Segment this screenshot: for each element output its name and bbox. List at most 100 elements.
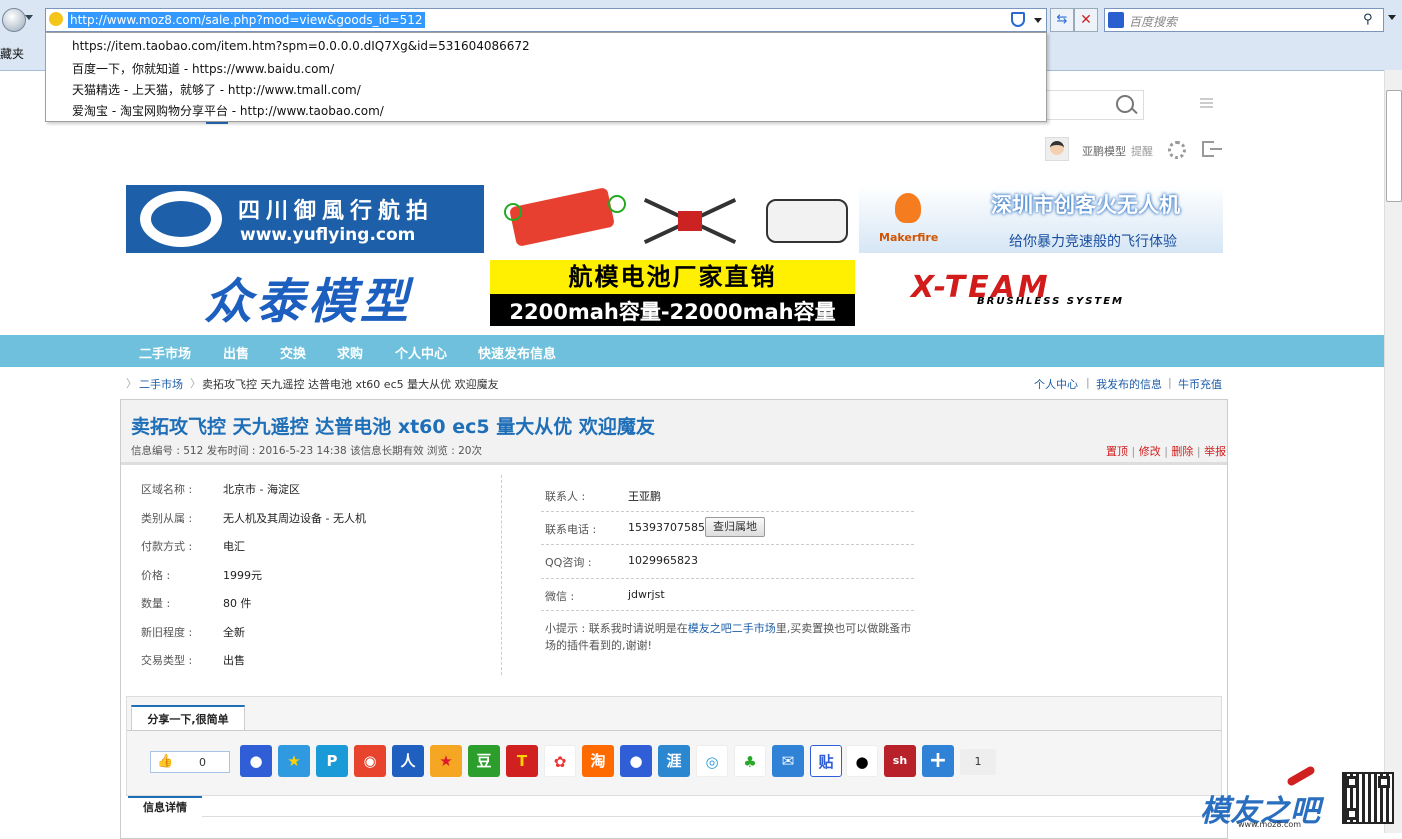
tip-text: 场的插件看到的,谢谢! <box>545 639 652 652</box>
mail-icon[interactable]: ✉ <box>772 745 804 777</box>
field-value: 出售 <box>223 654 245 667</box>
address-url[interactable]: http://www.moz8.com/sale.php?mod=view&go… <box>68 12 425 28</box>
nav-item-sell[interactable]: 出售 <box>223 343 249 362</box>
yuflying-logo-icon <box>140 191 222 247</box>
link-personal-center[interactable]: 个人中心 <box>1034 376 1078 392</box>
renren-icon[interactable]: 人 <box>392 745 424 777</box>
contact-phone: 15393707585 <box>628 521 705 534</box>
breadcrumb-root[interactable]: 二手市场 <box>139 376 183 392</box>
suggestion-item[interactable]: 天猫精选 - 上天猫，就够了 - http://www.tmall.com/ <box>72 81 361 98</box>
suggestion-item[interactable]: https://item.taobao.com/item.htm?spm=0.0… <box>72 39 530 53</box>
tip-link[interactable]: 模友之吧二手市场 <box>688 622 776 635</box>
battery-title: 航模电池厂家直销 <box>490 260 855 294</box>
tieba-icon[interactable]: 贴 <box>810 745 842 777</box>
list-menu-icon[interactable] <box>1200 98 1213 108</box>
yuflying-banner[interactable]: 四川御風行航拍 www.yuflying.com <box>126 185 484 253</box>
nav-item-buy[interactable]: 求购 <box>337 343 363 362</box>
search-dropdown-icon[interactable] <box>1388 15 1396 20</box>
field-value: 1999元 <box>223 569 262 582</box>
gear-icon[interactable] <box>1168 141 1186 159</box>
tip-text: 小提示 : 联系我时请说明是在 <box>545 622 688 635</box>
tab-share[interactable]: 分享一下,很简单 <box>131 705 245 731</box>
link-my-posts[interactable]: 我发布的信息 <box>1096 376 1162 392</box>
thumbs-up-icon: 👍 <box>157 754 174 769</box>
drone-banner[interactable] <box>490 185 855 253</box>
nav-item-exchange[interactable]: 交换 <box>280 343 306 362</box>
report-link[interactable]: 举报 <box>1204 445 1226 458</box>
makerfire-title: 深圳市创客火无人机 <box>991 193 1180 217</box>
weibo-icon[interactable]: ◉ <box>354 745 386 777</box>
diandian-icon[interactable]: ✿ <box>544 745 576 777</box>
battery-sub: 2200mah容量-22000mah容量 <box>509 300 836 324</box>
watermark-plane-icon <box>1286 765 1316 787</box>
battery-banner[interactable]: 航模电池厂家直销 2200mah容量-22000mah容量 <box>490 260 855 326</box>
yuflying-title: 四川御風行航拍 <box>238 198 435 224</box>
contact-qq: 1029965823 <box>628 554 698 567</box>
qr-code <box>1342 772 1394 824</box>
listing-meta: 信息编号 : 512 发布时间 : 2016-5-23 14:38 该信息长期有… <box>131 445 482 457</box>
field-label: 新旧程度 : <box>141 626 193 639</box>
pin-link[interactable]: 置顶 <box>1106 445 1128 458</box>
qq-icon[interactable]: ● <box>846 745 878 777</box>
pinyou-icon[interactable]: P <box>316 745 348 777</box>
suggestion-item[interactable]: 百度一下，你就知道 - https://www.baidu.com/ <box>72 60 334 77</box>
zhongtai-title: 众泰模型 <box>204 274 413 326</box>
more-icon[interactable]: + <box>922 745 954 777</box>
kaixin-icon[interactable]: ★ <box>430 745 462 777</box>
search-input[interactable]: 百度搜索 <box>1129 13 1177 30</box>
huaban-icon[interactable]: 涯 <box>658 745 690 777</box>
search-icon[interactable] <box>1116 95 1134 113</box>
search-icon[interactable]: ⚲ <box>1363 12 1373 27</box>
clover-icon[interactable]: ♣ <box>734 745 766 777</box>
search-box[interactable]: 百度搜索 ⚲ <box>1104 8 1384 32</box>
zhongtai-banner[interactable]: 众泰模型 <box>126 260 484 326</box>
share-count: 1 <box>960 749 996 775</box>
baidu-paw-icon[interactable]: ● <box>240 745 272 777</box>
username-link[interactable]: 亚鹏模型 <box>1082 143 1126 159</box>
address-dropdown-icon[interactable] <box>1034 18 1042 23</box>
field-label: 价格 : <box>141 569 171 582</box>
breadcrumb-separator-icon: 〉 <box>190 377 201 390</box>
site-search-input[interactable] <box>1040 90 1144 120</box>
listing-title: 卖拓攻飞控 天九遥控 达普电池 xt60 ec5 量大从优 欢迎魔友 <box>131 416 655 438</box>
address-suggestions: https://item.taobao.com/item.htm?spm=0.0… <box>45 32 1047 122</box>
edit-link[interactable]: 修改 <box>1139 445 1161 458</box>
taotao-icon[interactable]: 淘 <box>582 745 614 777</box>
douban-icon[interactable]: 豆 <box>468 745 500 777</box>
sohu-icon[interactable]: sh <box>884 745 916 777</box>
like-count: 0 <box>199 756 206 769</box>
field-value: 无人机及其周边设备 - 无人机 <box>223 512 366 525</box>
back-button[interactable] <box>2 8 26 32</box>
avatar[interactable] <box>1045 137 1069 161</box>
history-dropdown-icon[interactable] <box>25 15 33 20</box>
stop-button[interactable]: ✕ <box>1074 8 1098 32</box>
remind-link[interactable]: 提醒 <box>1131 143 1153 159</box>
suggestion-item[interactable]: 爱淘宝 - 淘宝网购物分享平台 - http://www.taobao.com/ <box>72 102 384 119</box>
security-shield-icon[interactable] <box>1011 12 1025 27</box>
link-recharge[interactable]: 牛币充值 <box>1178 376 1222 392</box>
nav-item-market[interactable]: 二手市场 <box>139 343 191 362</box>
refresh-button[interactable]: ⇆ <box>1050 8 1074 32</box>
breadcrumb-separator-icon: 〉 <box>126 377 137 390</box>
contact-label: 联系人 : <box>545 490 586 503</box>
nav-item-personal[interactable]: 个人中心 <box>395 343 447 362</box>
like-button[interactable]: 👍 0 <box>150 751 230 773</box>
tianya-icon[interactable]: T <box>506 745 538 777</box>
drone-frame-image <box>640 198 740 244</box>
contact-label: QQ咨询 : <box>545 556 592 569</box>
makerfire-banner[interactable]: Makerfire 深圳市创客火无人机 给你暴力竞速般的飞行体验 <box>859 185 1223 253</box>
tab-detail[interactable]: 信息详情 <box>128 796 202 818</box>
favorites-bar-label[interactable]: 收藏夹 <box>0 45 24 62</box>
xteam-banner[interactable]: X-TEAM BRUSHLESS SYSTEM <box>859 260 1223 326</box>
logout-icon[interactable] <box>1202 141 1222 157</box>
delete-link[interactable]: 删除 <box>1171 445 1193 458</box>
phone-lookup-button[interactable]: 查归属地 <box>705 517 765 537</box>
makerfire-brand: Makerfire <box>879 231 939 244</box>
scrollbar-thumb[interactable] <box>1386 90 1402 202</box>
baidu-hi-icon[interactable]: ● <box>620 745 652 777</box>
address-bar[interactable]: http://www.moz8.com/sale.php?mod=view&go… <box>45 8 1047 32</box>
star-icon[interactable]: ★ <box>278 745 310 777</box>
360-icon[interactable]: ◎ <box>696 745 728 777</box>
nav-item-quick-post[interactable]: 快速发布信息 <box>478 343 556 362</box>
action-links: 置顶 | 修改 | 删除 | 举报 <box>1106 445 1227 458</box>
